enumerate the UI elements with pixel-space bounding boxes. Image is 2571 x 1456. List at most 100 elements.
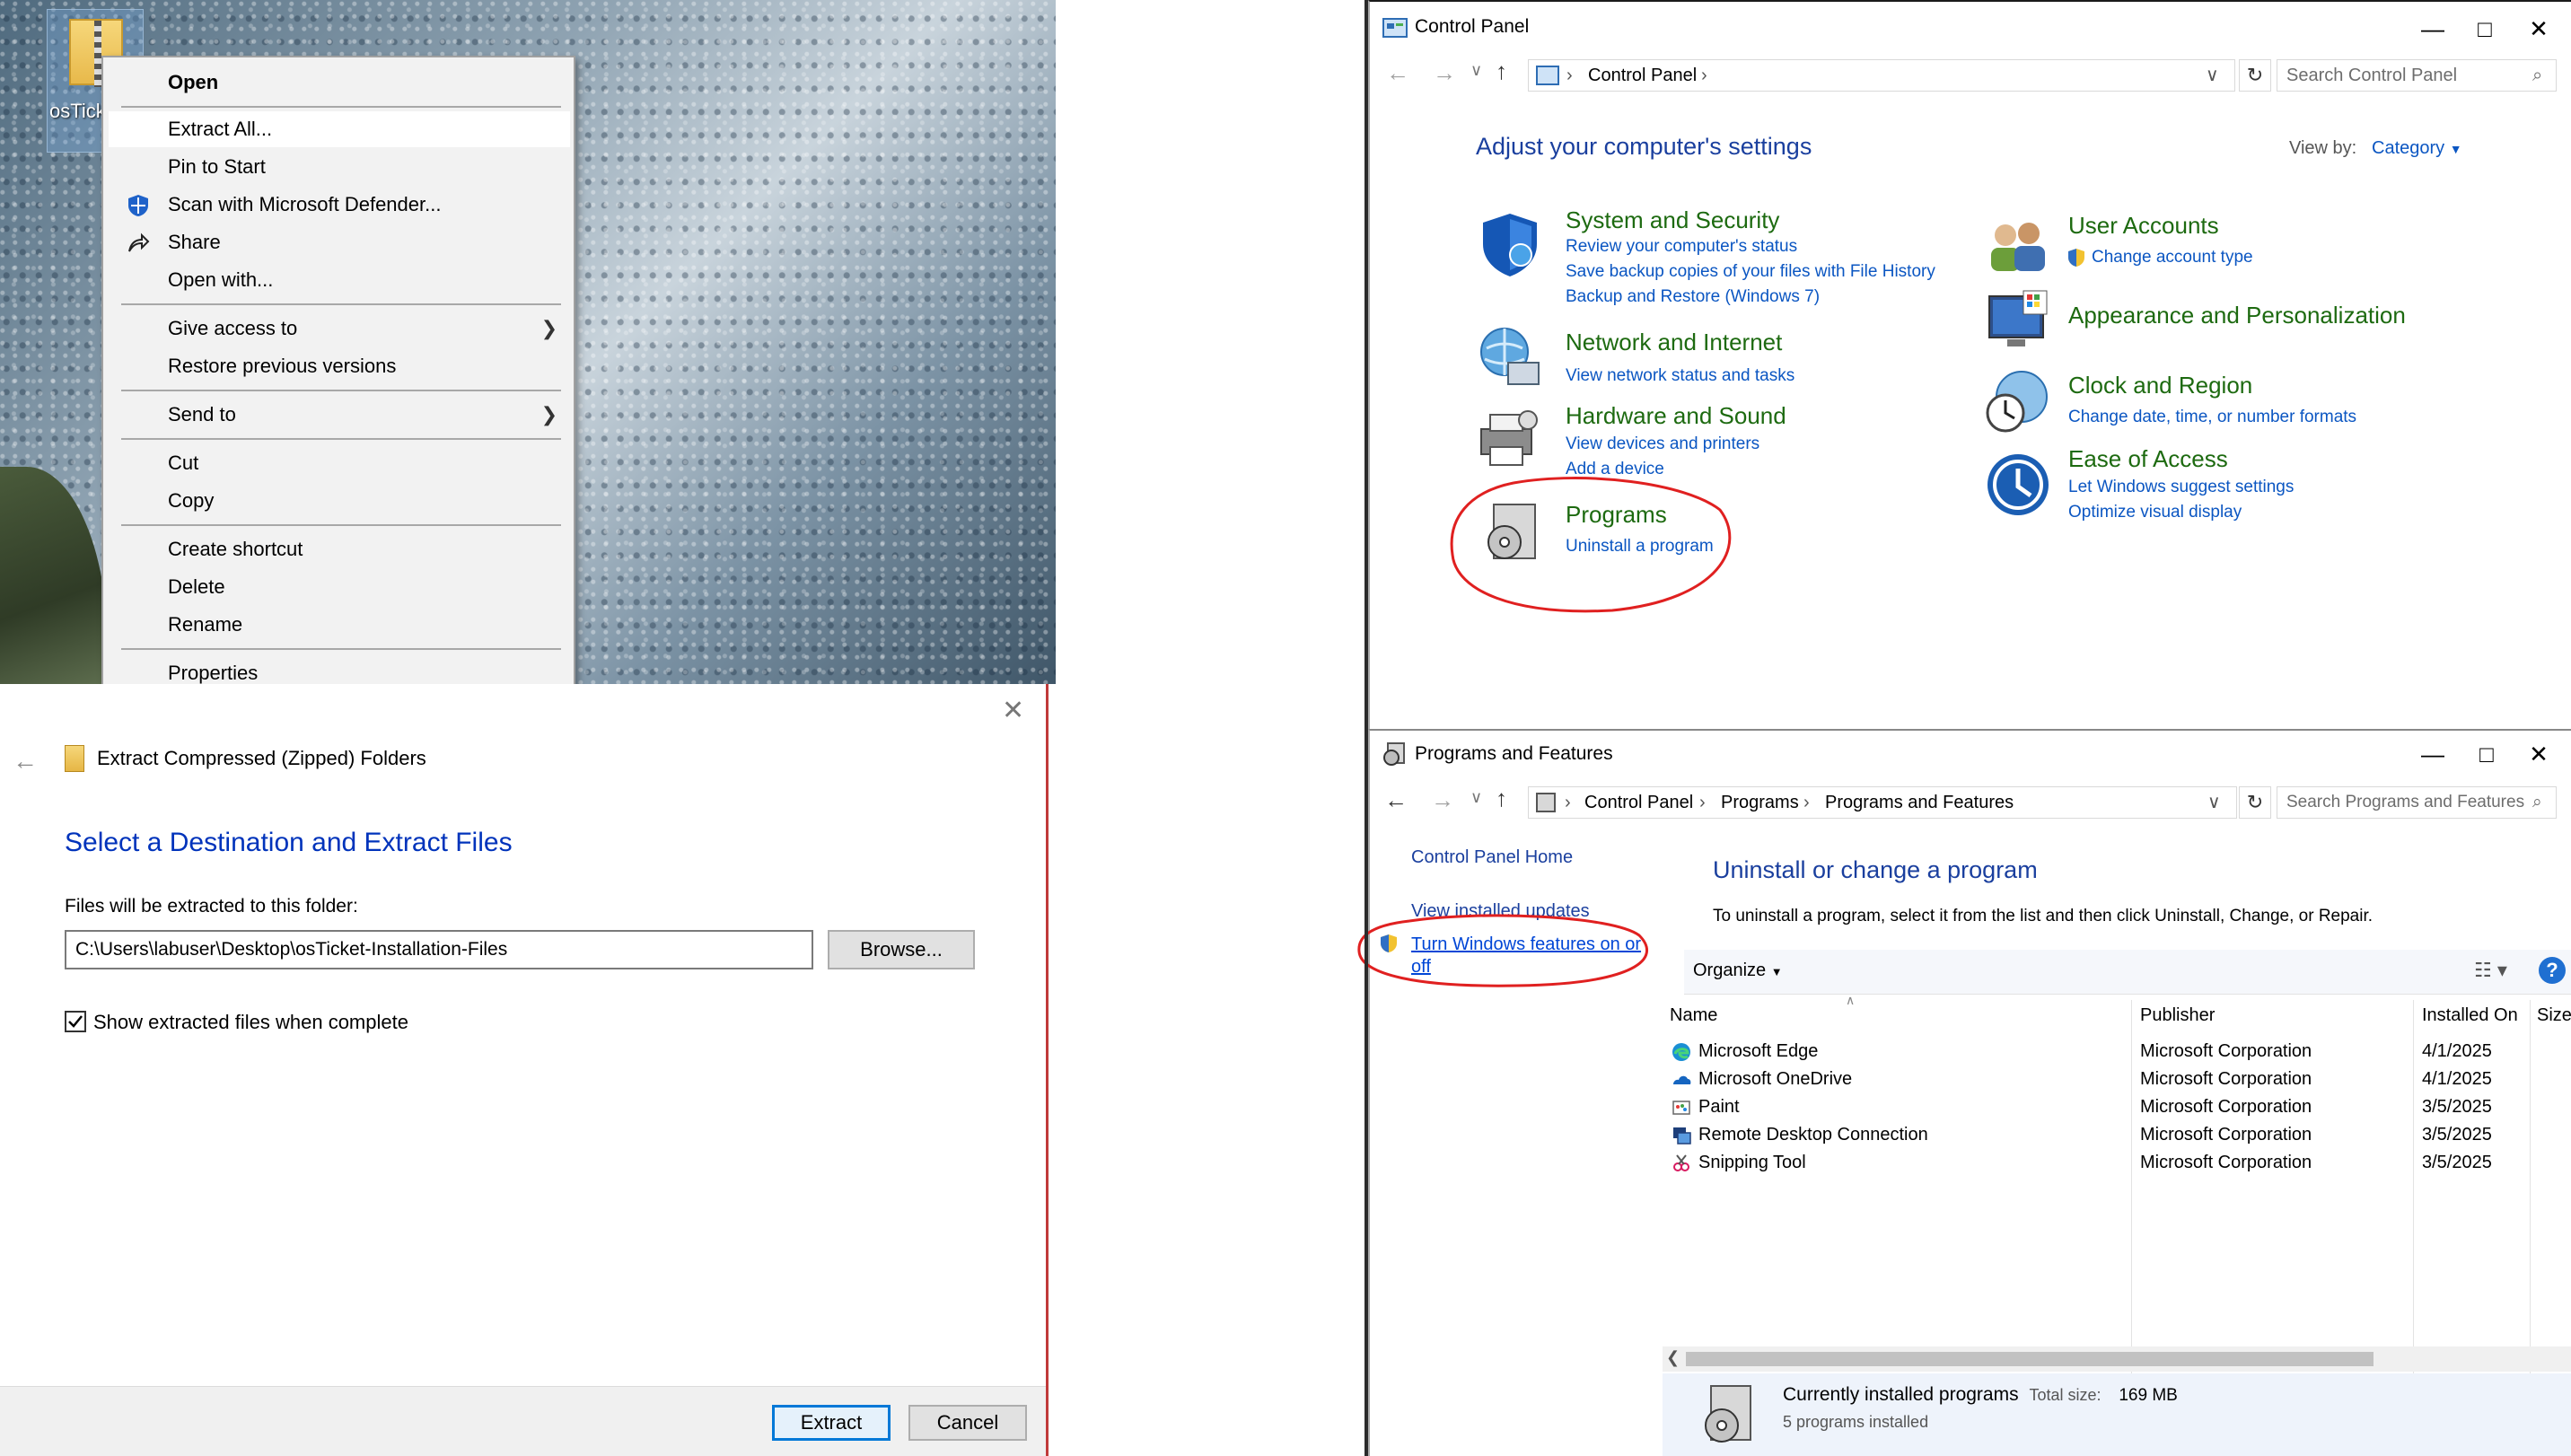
scrollbar-thumb[interactable] xyxy=(1686,1352,2374,1366)
maximize-button[interactable]: □ xyxy=(2469,736,2505,772)
link-network-status[interactable]: View network status and tasks xyxy=(1566,366,1794,386)
table-row[interactable]: Microsoft Edge Microsoft Corporation 4/1… xyxy=(1668,1038,2571,1066)
destination-path-input[interactable]: C:\Users\labuser\Desktop\osTicket-Instal… xyxy=(65,930,813,969)
recent-locations-icon[interactable]: ∨ xyxy=(1470,788,1482,807)
link-change-account-type[interactable]: Change account type xyxy=(2092,248,2253,268)
menu-item-copy[interactable]: Copy xyxy=(109,483,570,519)
breadcrumb-programs[interactable]: Programs xyxy=(1721,787,1799,818)
menu-separator xyxy=(121,390,561,391)
link-date-time-formats[interactable]: Change date, time, or number formats xyxy=(2068,408,2356,427)
menu-item-delete[interactable]: Delete xyxy=(109,569,570,605)
search-placeholder: Search Programs and Features xyxy=(2286,793,2525,811)
category-hardware-sound[interactable]: Hardware and Sound xyxy=(1566,402,1786,430)
category-network-internet[interactable]: Network and Internet xyxy=(1566,329,1782,356)
menu-item-send-to[interactable]: Send to ❯ xyxy=(109,397,570,433)
dialog-close-icon[interactable]: ✕ xyxy=(1002,695,1024,726)
programs-features-titlebar: Programs and Features — □ ✕ xyxy=(1370,731,2571,785)
table-row[interactable]: Microsoft OneDrive Microsoft Corporation… xyxy=(1668,1066,2571,1093)
table-row[interactable]: Paint Microsoft Corporation 3/5/2025 xyxy=(1668,1093,2571,1121)
cancel-button[interactable]: Cancel xyxy=(908,1405,1027,1441)
close-button[interactable]: ✕ xyxy=(2521,736,2557,772)
category-appearance[interactable]: Appearance and Personalization xyxy=(2068,302,2406,329)
up-arrow-icon[interactable]: ↑ xyxy=(1496,57,1507,85)
appearance-monitor-icon[interactable] xyxy=(1984,287,2052,355)
hardware-printer-icon[interactable] xyxy=(1476,402,1544,470)
view-options-icon[interactable]: ☷ ▾ xyxy=(2474,959,2507,982)
menu-item-label: Scan with Microsoft Defender... xyxy=(168,193,442,215)
menu-item-restore-versions[interactable]: Restore previous versions xyxy=(109,348,570,384)
column-installed-on[interactable]: Installed On xyxy=(2422,1005,2518,1026)
scroll-left-icon[interactable]: ❮ xyxy=(1666,1348,1680,1367)
link-suggest-settings[interactable]: Let Windows suggest settings xyxy=(2068,478,2294,497)
column-name[interactable]: Name xyxy=(1670,1005,1717,1026)
search-input[interactable]: Search Control Panel ⌕ xyxy=(2277,59,2557,92)
network-globe-icon[interactable] xyxy=(1476,323,1544,391)
close-button[interactable]: ✕ xyxy=(2521,11,2557,47)
menu-item-create-shortcut[interactable]: Create shortcut xyxy=(109,531,570,567)
category-clock-region[interactable]: Clock and Region xyxy=(2068,372,2252,399)
show-files-checkbox[interactable] xyxy=(65,1011,86,1032)
column-publisher[interactable]: Publisher xyxy=(2140,1005,2215,1026)
link-control-panel-home[interactable]: Control Panel Home xyxy=(1411,847,1573,868)
menu-item-open[interactable]: Open xyxy=(109,65,570,101)
view-by-dropdown[interactable]: Category ▼ xyxy=(2372,138,2462,159)
browse-button[interactable]: Browse... xyxy=(828,930,975,969)
menu-item-share[interactable]: Share xyxy=(109,224,570,260)
refresh-icon[interactable]: ↻ xyxy=(2239,59,2271,92)
system-security-shield-icon[interactable] xyxy=(1476,210,1544,278)
search-input[interactable]: Search Programs and Features ⌕ xyxy=(2277,786,2557,819)
extract-button[interactable]: Extract xyxy=(772,1405,891,1441)
back-arrow-icon[interactable]: ← xyxy=(13,747,38,776)
program-publisher: Microsoft Corporation xyxy=(2140,1069,2312,1089)
chevron-down-icon[interactable]: ∨ xyxy=(2206,60,2219,91)
menu-item-scan-defender[interactable]: Scan with Microsoft Defender... xyxy=(109,187,570,223)
link-file-history[interactable]: Save backup copies of your files with Fi… xyxy=(1566,262,1935,282)
context-menu: Open Extract All... Pin to Start Scan wi… xyxy=(101,56,575,707)
link-devices-printers[interactable]: View devices and printers xyxy=(1566,434,1759,454)
minimize-button[interactable]: — xyxy=(2415,11,2451,47)
table-row[interactable]: Remote Desktop Connection Microsoft Corp… xyxy=(1668,1121,2571,1149)
address-bar[interactable]: › Control Panel › Programs › Programs an… xyxy=(1528,786,2237,819)
menu-item-give-access[interactable]: Give access to ❯ xyxy=(109,311,570,346)
menu-item-label: Share xyxy=(168,231,221,253)
sort-indicator-icon: ∧ xyxy=(1846,993,1856,1007)
chevron-down-icon[interactable]: ∨ xyxy=(2207,787,2221,818)
category-user-accounts[interactable]: User Accounts xyxy=(2068,212,2219,240)
horizontal-scrollbar[interactable]: ❮ xyxy=(1663,1346,2571,1372)
clock-region-icon[interactable] xyxy=(1984,368,2052,436)
address-bar[interactable]: › Control Panel › ∨ xyxy=(1528,59,2235,92)
menu-item-extract-all[interactable]: Extract All... xyxy=(109,111,570,147)
menu-item-label: Create shortcut xyxy=(168,538,303,560)
menu-item-label: Open with... xyxy=(168,268,274,291)
refresh-icon[interactable]: ↻ xyxy=(2239,786,2271,819)
column-size[interactable]: Size xyxy=(2537,1005,2571,1026)
organize-button[interactable]: Organize ▼ xyxy=(1693,960,1783,981)
link-backup-restore[interactable]: Backup and Restore (Windows 7) xyxy=(1566,287,1820,307)
ease-of-access-icon[interactable] xyxy=(1984,451,2052,519)
category-system-security[interactable]: System and Security xyxy=(1566,206,1779,234)
breadcrumb-programs-features[interactable]: Programs and Features xyxy=(1825,787,2014,818)
user-accounts-icon[interactable] xyxy=(1984,214,2052,282)
forward-arrow-icon[interactable]: → xyxy=(1431,786,1454,814)
forward-arrow-icon[interactable]: → xyxy=(1433,59,1456,87)
minimize-button[interactable]: — xyxy=(2415,736,2451,772)
menu-item-open-with[interactable]: Open with... xyxy=(109,262,570,298)
breadcrumb-chevron-icon: › xyxy=(1565,793,1571,812)
breadcrumb-control-panel[interactable]: Control Panel xyxy=(1588,60,1697,91)
up-arrow-icon[interactable]: ↑ xyxy=(1496,785,1507,812)
breadcrumb-control-panel[interactable]: Control Panel xyxy=(1584,787,1693,818)
back-arrow-icon[interactable]: ← xyxy=(1384,786,1408,814)
chevron-down-icon: ▼ xyxy=(2449,142,2462,156)
back-arrow-icon[interactable]: ← xyxy=(1386,59,1409,87)
table-row[interactable]: Snipping Tool Microsoft Corporation 3/5/… xyxy=(1668,1149,2571,1177)
menu-separator xyxy=(121,106,561,108)
recent-locations-icon[interactable]: ∨ xyxy=(1470,61,1482,80)
menu-item-pin-to-start[interactable]: Pin to Start xyxy=(109,149,570,185)
menu-item-cut[interactable]: Cut xyxy=(109,445,570,481)
link-optimize-display[interactable]: Optimize visual display xyxy=(2068,503,2242,522)
help-icon[interactable]: ? xyxy=(2539,957,2566,984)
category-ease-of-access[interactable]: Ease of Access xyxy=(2068,445,2228,473)
link-review-status[interactable]: Review your computer's status xyxy=(1566,237,1797,257)
maximize-button[interactable]: □ xyxy=(2467,11,2503,47)
menu-item-rename[interactable]: Rename xyxy=(109,607,570,643)
